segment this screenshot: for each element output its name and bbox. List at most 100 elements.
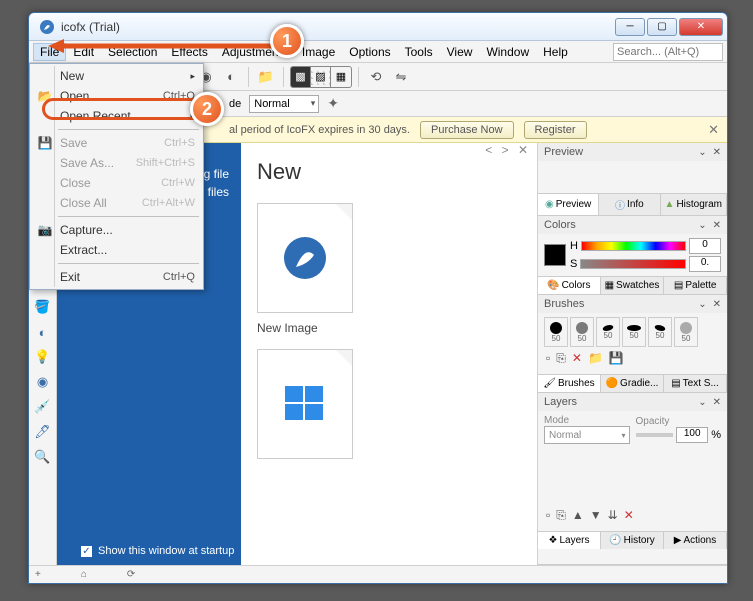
tab-actions[interactable]: ▶Actions xyxy=(664,532,727,549)
layer-merge-icon[interactable]: ⇊ xyxy=(608,508,618,523)
tab-gradient[interactable]: 🟠Gradie... xyxy=(601,375,664,392)
menu-window[interactable]: Window xyxy=(479,43,536,61)
search-input[interactable] xyxy=(613,43,723,61)
brush-save-icon[interactable]: 💾 xyxy=(609,351,624,366)
minimize-button[interactable]: ─ xyxy=(615,18,645,36)
tb-flip[interactable]: ⇋ xyxy=(390,66,412,88)
purchase-button[interactable]: Purchase Now xyxy=(420,121,514,139)
panel-close-icon[interactable]: ✕ xyxy=(713,220,721,231)
windows-logo-icon xyxy=(283,382,327,426)
menu-view[interactable]: View xyxy=(440,43,480,61)
brush-new-icon[interactable]: ▫ xyxy=(546,351,550,366)
hue-slider[interactable] xyxy=(581,241,686,251)
status-c[interactable]: ⟳ xyxy=(127,569,135,580)
brush-preset[interactable]: 50 xyxy=(570,317,594,347)
tool-blur[interactable]: ◉ xyxy=(33,372,53,392)
layer-dup-icon[interactable]: ⎘ xyxy=(556,508,566,523)
register-button[interactable]: Register xyxy=(524,121,587,139)
mode-combo[interactable]: Normal xyxy=(249,95,319,113)
file-save[interactable]: 💾SaveCtrl+S xyxy=(32,133,201,153)
new-win-thumb[interactable] xyxy=(257,349,353,459)
file-close[interactable]: CloseCtrl+W xyxy=(32,173,201,193)
layer-del-icon[interactable]: ✕ xyxy=(624,508,634,523)
checkbox-icon: ✓ xyxy=(81,546,92,557)
panel-close-icon[interactable]: ✕ xyxy=(713,299,721,310)
tool-zoom[interactable]: 🔍 xyxy=(33,447,53,467)
wand-icon[interactable]: ✦ xyxy=(327,95,339,112)
annotation-oval-2 xyxy=(42,98,208,120)
show-startup-checkbox[interactable]: ✓ Show this window at startup xyxy=(81,545,234,557)
colors-panel: Colors⌄✕ H0 S0. 🎨Colors ▦Swatches ▤Palet… xyxy=(538,216,727,295)
panel-collapse-icon[interactable]: ⌄ xyxy=(698,299,706,310)
annotation-arrow-1 xyxy=(48,36,278,56)
file-save-as[interactable]: Save As...Shift+Ctrl+S xyxy=(32,153,201,173)
tool-gradient[interactable]: ◐ xyxy=(33,322,53,342)
brush-preset[interactable]: 50 xyxy=(674,317,698,347)
menu-help[interactable]: Help xyxy=(536,43,575,61)
tool-light[interactable]: 💡 xyxy=(33,347,53,367)
tb-folder[interactable]: 📁 xyxy=(255,66,277,88)
color-swatch[interactable] xyxy=(544,244,566,266)
trial-close-icon[interactable]: ✕ xyxy=(708,122,719,138)
menu-separator xyxy=(58,129,199,130)
brush-preset[interactable]: 50 xyxy=(596,317,620,347)
brush-folder-icon[interactable]: 📁 xyxy=(588,351,603,366)
brush-del-icon[interactable]: ✕ xyxy=(572,351,582,366)
brush-preset[interactable]: 50 xyxy=(648,317,672,347)
panel-close-icon[interactable]: ✕ xyxy=(713,397,721,408)
statusbar: + ⌂ ⟳ xyxy=(29,565,727,583)
opacity-slider[interactable] xyxy=(636,433,674,437)
tab-history[interactable]: 🕘History xyxy=(601,532,664,549)
tab-info[interactable]: ⓘInfo xyxy=(599,194,660,215)
layer-new-icon[interactable]: ▫ xyxy=(546,508,550,523)
file-new[interactable]: New▸ xyxy=(32,66,201,86)
panel-collapse-icon[interactable]: ⌄ xyxy=(698,220,706,231)
close-button[interactable]: ✕ xyxy=(679,18,723,36)
new-image-thumb[interactable] xyxy=(257,203,353,313)
brushes-panel: Brushes⌄✕ 50 50 50 50 50 50 ▫ ⎘ ✕ 📁 xyxy=(538,295,727,393)
menu-tools[interactable]: Tools xyxy=(398,43,440,61)
tb-apple[interactable]: ◐ xyxy=(220,66,242,88)
status-a[interactable]: + xyxy=(35,569,41,580)
tool-fill[interactable]: 🪣 xyxy=(33,297,53,317)
tab-colors[interactable]: 🎨Colors xyxy=(538,277,601,294)
opacity-value[interactable]: 100 xyxy=(676,427,708,443)
sat-value[interactable]: 0. xyxy=(689,256,721,272)
tb-rgba-group[interactable]: ▩ ▨ ▦ xyxy=(290,66,352,88)
sat-slider[interactable] xyxy=(580,259,686,269)
tab-swatches[interactable]: ▦Swatches xyxy=(601,277,665,294)
brush-dup-icon[interactable]: ⎘ xyxy=(556,351,566,366)
tab-palette[interactable]: ▤Palette xyxy=(664,277,727,294)
tab-brushes[interactable]: 🖌Brushes xyxy=(538,375,601,392)
maximize-button[interactable]: ▢ xyxy=(647,18,677,36)
tab-preview[interactable]: ◉Preview xyxy=(538,194,599,215)
brush-preset[interactable]: 50 xyxy=(622,317,646,347)
file-exit[interactable]: ExitCtrl+Q xyxy=(32,267,201,287)
tab-layers[interactable]: ❖Layers xyxy=(538,532,601,549)
menu-options[interactable]: Options xyxy=(342,43,397,61)
tab-histogram[interactable]: ▲Histogram xyxy=(661,194,727,215)
start-prev[interactable]: < xyxy=(485,143,492,157)
tool-pen[interactable]: 🖊 xyxy=(33,422,53,442)
layer-down-icon[interactable]: ▼ xyxy=(590,508,602,523)
callout-2: 2 xyxy=(190,92,224,126)
tab-text-styles[interactable]: ▤Text S... xyxy=(664,375,727,392)
layer-up-icon[interactable]: ▲ xyxy=(572,508,584,523)
file-close-all[interactable]: Close AllCtrl+Alt+W xyxy=(32,193,201,213)
menu-separator xyxy=(58,216,199,217)
file-capture[interactable]: 📷Capture... xyxy=(32,220,201,240)
window-title: icofx (Trial) xyxy=(61,20,613,34)
colors-title: Colors xyxy=(544,219,692,231)
panel-collapse-icon[interactable]: ⌄ xyxy=(698,397,706,408)
panel-collapse-icon[interactable]: ⌄ xyxy=(698,147,706,158)
status-b[interactable]: ⌂ xyxy=(81,569,87,580)
tool-picker[interactable]: 💉 xyxy=(33,397,53,417)
panel-close-icon[interactable]: ✕ xyxy=(713,147,721,158)
tb-rotate[interactable]: ⟲ xyxy=(365,66,387,88)
layer-mode-combo[interactable]: Normal xyxy=(544,426,630,444)
start-close[interactable]: ✕ xyxy=(518,143,528,157)
file-extract[interactable]: Extract... xyxy=(32,240,201,260)
start-next[interactable]: > xyxy=(502,143,509,157)
brush-preset[interactable]: 50 xyxy=(544,317,568,347)
hue-value[interactable]: 0 xyxy=(689,238,721,254)
